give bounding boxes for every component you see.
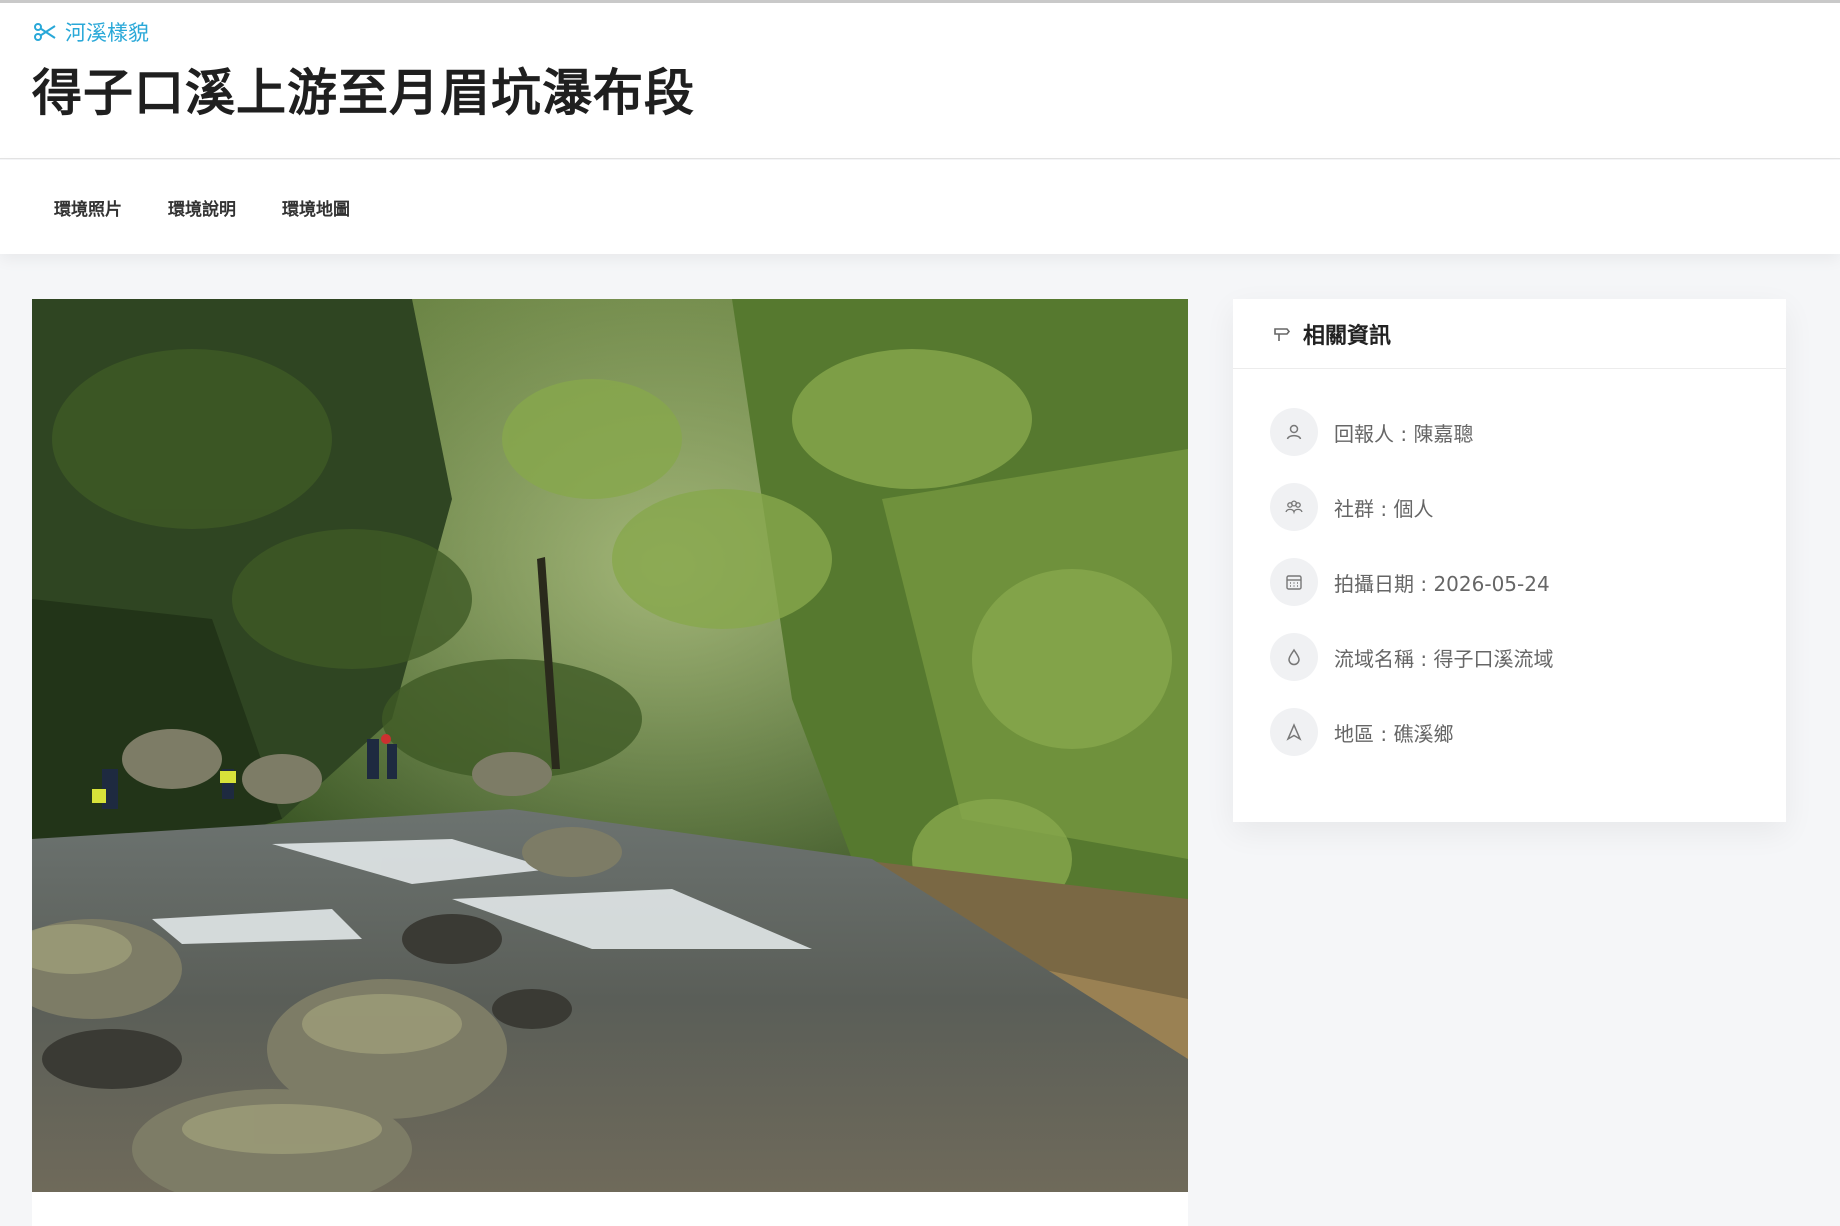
location-icon <box>1270 708 1318 756</box>
water-drop-icon <box>1270 633 1318 681</box>
info-item-label: 流域名稱 : 得子口溪流域 <box>1334 646 1554 671</box>
category-link[interactable]: 河溪樣貌 <box>33 17 149 47</box>
info-card-header: 相關資訊 <box>1233 299 1786 369</box>
tab-photos[interactable]: 環境照片 <box>54 195 122 220</box>
info-item-reporter: 回報人 : 陳嘉聰 <box>1270 407 1786 457</box>
user-icon <box>1270 408 1318 456</box>
info-item-label: 回報人 : 陳嘉聰 <box>1334 421 1474 446</box>
info-list: 回報人 : 陳嘉聰 社群 : 個人 拍攝日期 : 2026-05-24 流域名稱… <box>1233 369 1786 757</box>
signpost-icon <box>1274 327 1291 341</box>
info-card-title: 相關資訊 <box>1303 323 1392 349</box>
info-item-label: 拍攝日期 : 2026-05-24 <box>1334 571 1550 596</box>
info-item-label: 地區 : 礁溪鄉 <box>1334 721 1454 746</box>
tab-description[interactable]: 環境說明 <box>168 195 236 220</box>
category-label: 河溪樣貌 <box>65 21 149 45</box>
page-header: 河溪樣貌 得子口溪上游至月眉坑瀑布段 <box>0 3 1840 159</box>
tab-bar: 環境照片 環境說明 環境地圖 <box>0 160 1840 254</box>
page-title: 得子口溪上游至月眉坑瀑布段 <box>32 64 695 122</box>
info-item-label: 社群 : 個人 <box>1334 496 1434 521</box>
info-item-date: 拍攝日期 : 2026-05-24 <box>1270 557 1786 607</box>
calendar-icon <box>1270 558 1318 606</box>
info-item-watershed: 流域名稱 : 得子口溪流域 <box>1270 632 1786 682</box>
group-icon <box>1270 483 1318 531</box>
photo-card <box>32 299 1188 1226</box>
related-info-card: 相關資訊 回報人 : 陳嘉聰 社群 : 個人 拍攝日期 : 2026-05-24… <box>1233 299 1786 822</box>
river-photo[interactable] <box>32 299 1188 1192</box>
tab-map[interactable]: 環境地圖 <box>282 195 350 220</box>
info-item-community: 社群 : 個人 <box>1270 482 1786 532</box>
info-item-region: 地區 : 礁溪鄉 <box>1270 707 1786 757</box>
scissors-icon <box>34 23 56 41</box>
